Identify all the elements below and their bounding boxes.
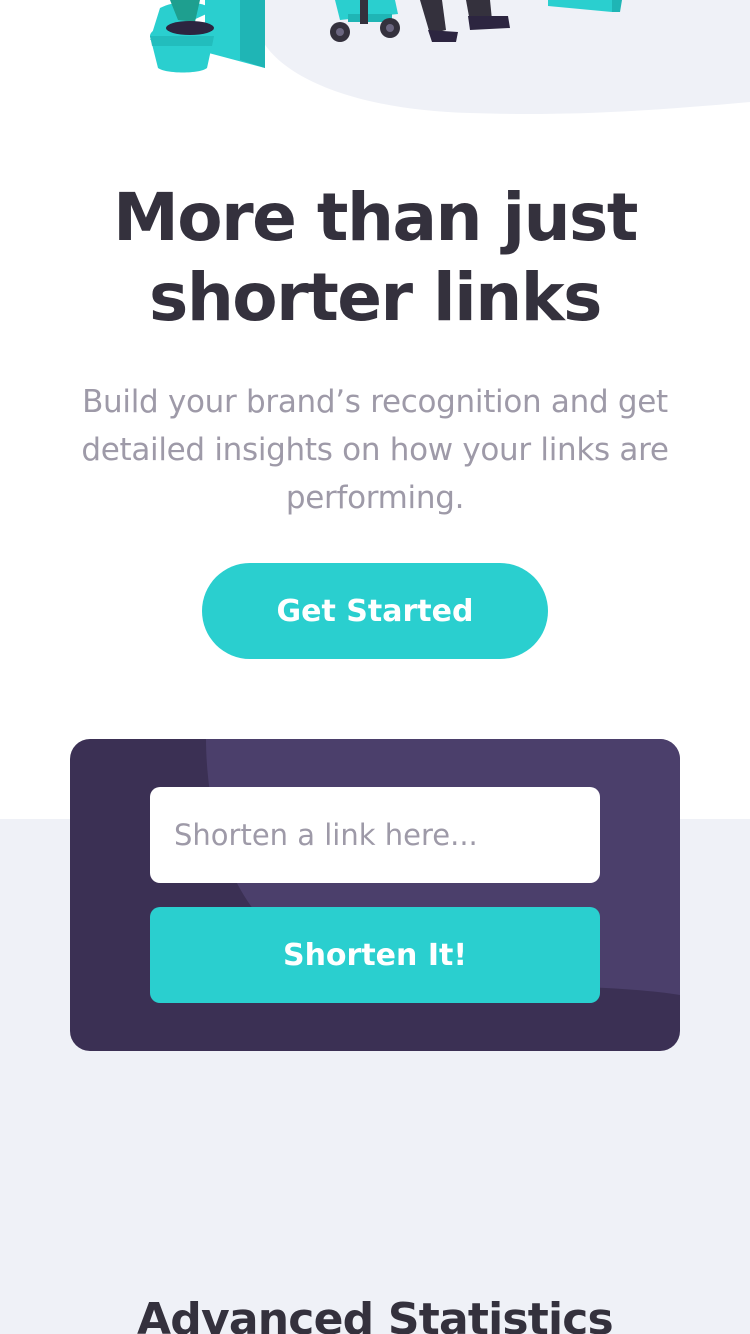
plant-pot-illustration xyxy=(150,0,265,73)
shorten-card-background-pattern xyxy=(206,739,680,995)
shorten-it-button[interactable]: Shorten It! xyxy=(150,907,600,1003)
page: More than just shorter links Build your … xyxy=(0,0,750,1334)
hero-title: More than just shorter links xyxy=(113,179,638,336)
shorten-card: Shorten It! xyxy=(70,739,680,1051)
hero-subtitle: Build your brand’s recognition and get d… xyxy=(81,384,669,516)
advanced-statistics-heading: Advanced Statistics xyxy=(137,1294,614,1334)
get-started-button[interactable]: Get Started xyxy=(202,563,548,659)
hero-illustration xyxy=(150,0,750,114)
shorten-link-input[interactable] xyxy=(150,787,600,883)
